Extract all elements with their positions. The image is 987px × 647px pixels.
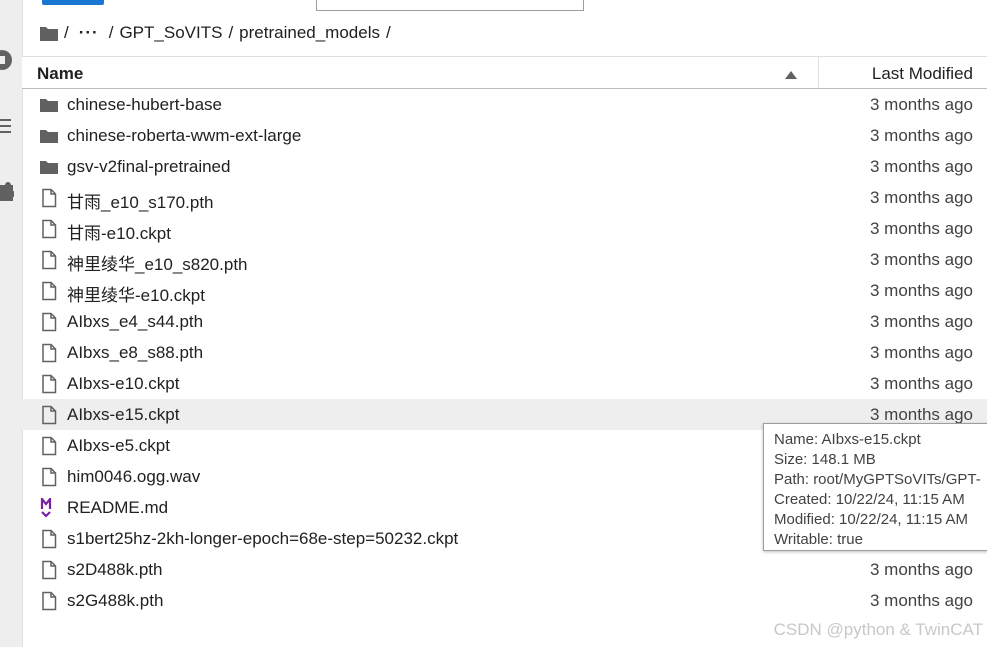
- left-sidebar: [0, 0, 23, 647]
- file-icon: [40, 591, 58, 611]
- file-row[interactable]: AIbxs-e10.ckpt 3 months ago: [22, 368, 987, 399]
- file-icon: [40, 436, 58, 456]
- breadcrumb-separator: /: [108, 23, 114, 42]
- breadcrumb-separator: /: [385, 23, 391, 42]
- file-icon: [40, 312, 58, 332]
- file-icon: [40, 467, 58, 487]
- column-header-name[interactable]: Name: [37, 64, 83, 84]
- item-last-modified: 3 months ago: [869, 281, 973, 300]
- file-row[interactable]: s2G488k.pth 3 months ago: [22, 585, 987, 616]
- breadcrumb-separator: /: [64, 23, 69, 42]
- tooltip-name: Name: AIbxs-e15.ckpt: [774, 431, 921, 448]
- item-name[interactable]: AIbxs-e5.ckpt: [67, 436, 170, 456]
- table-of-contents-icon[interactable]: [0, 114, 14, 138]
- folder-row[interactable]: chinese-roberta-wwm-ext-large 3 months ag…: [22, 120, 987, 151]
- markdown-icon: [40, 498, 58, 518]
- file-icon: [40, 560, 58, 580]
- item-last-modified: 3 months ago: [869, 188, 973, 207]
- folder-row[interactable]: chinese-hubert-base 3 months ago: [22, 89, 987, 120]
- file-row[interactable]: 神里绫华_e10_s820.pth 3 months ago: [22, 244, 987, 275]
- tooltip-size: Size: 148.1 MB: [774, 451, 876, 468]
- breadcrumb-separator: /: [228, 23, 234, 42]
- extensions-icon[interactable]: [0, 180, 14, 204]
- folder-icon: [40, 95, 58, 115]
- item-name[interactable]: gsv-v2final-pretrained: [67, 157, 230, 177]
- column-divider[interactable]: [818, 57, 819, 88]
- file-row[interactable]: 甘雨-e10.ckpt 3 months ago: [22, 213, 987, 244]
- item-name[interactable]: AIbxs_e4_s44.pth: [67, 312, 203, 332]
- folder-icon: [40, 157, 58, 177]
- item-last-modified: 3 months ago: [869, 591, 973, 610]
- filter-input[interactable]: [316, 0, 584, 11]
- item-name[interactable]: s2D488k.pth: [67, 560, 162, 580]
- item-name[interactable]: s1bert25hz-2kh-longer-epoch=68e-step=502…: [67, 529, 458, 549]
- file-icon: [40, 343, 58, 363]
- file-icon: [40, 219, 58, 239]
- item-name[interactable]: AIbxs-e10.ckpt: [67, 374, 179, 394]
- file-icon: [40, 281, 58, 301]
- file-icon: [40, 374, 58, 394]
- tooltip-path: Path: root/MyGPTSoVITs/GPT-: [774, 471, 981, 488]
- item-name[interactable]: 甘雨_e10_s170.pth: [67, 188, 214, 213]
- item-name[interactable]: s2G488k.pth: [67, 591, 163, 611]
- running-sessions-icon[interactable]: [0, 48, 14, 72]
- file-row[interactable]: s2D488k.pth 3 months ago: [22, 554, 987, 585]
- launcher-button[interactable]: [42, 0, 104, 5]
- item-last-modified: 3 months ago: [869, 374, 973, 393]
- column-header-last-modified[interactable]: Last Modified: [872, 64, 973, 84]
- file-icon: [40, 405, 58, 425]
- tooltip-created: Created: 10/22/24, 11:15 AM: [774, 491, 965, 508]
- tooltip-modified: Modified: 10/22/24, 11:15 AM: [774, 511, 969, 528]
- folder-icon: [40, 126, 58, 146]
- item-last-modified: 3 months ago: [869, 95, 973, 114]
- breadcrumb-segment[interactable]: GPT_SoVITS: [119, 23, 222, 43]
- item-name[interactable]: AIbxs-e15.ckpt: [67, 405, 179, 425]
- item-last-modified: 3 months ago: [869, 405, 973, 424]
- item-last-modified: 3 months ago: [869, 157, 973, 176]
- item-name[interactable]: chinese-roberta-wwm-ext-large: [67, 126, 301, 146]
- tooltip-writable: Writable: true: [774, 531, 863, 548]
- breadcrumb: / ··· / GPT_SoVITS / pretrained_models /: [40, 22, 397, 44]
- item-name[interactable]: 神里绫华-e10.ckpt: [67, 281, 205, 306]
- folder-home-icon[interactable]: [40, 25, 58, 41]
- item-last-modified: 3 months ago: [869, 560, 973, 579]
- item-name[interactable]: him0046.ogg.wav: [67, 467, 200, 487]
- item-last-modified: 3 months ago: [869, 126, 973, 145]
- item-name[interactable]: README.md: [67, 498, 168, 518]
- item-last-modified: 3 months ago: [869, 219, 973, 238]
- file-row[interactable]: 神里绫华-e10.ckpt 3 months ago: [22, 275, 987, 306]
- listing-header: Name Last Modified: [22, 56, 987, 89]
- sort-ascending-icon[interactable]: [785, 66, 797, 84]
- file-icon: [40, 529, 58, 549]
- item-last-modified: 3 months ago: [869, 343, 973, 362]
- file-row[interactable]: AIbxs_e4_s44.pth 3 months ago: [22, 306, 987, 337]
- breadcrumb-ellipsis[interactable]: ···: [79, 23, 99, 43]
- file-row[interactable]: 甘雨_e10_s170.pth 3 months ago: [22, 182, 987, 213]
- item-name[interactable]: 甘雨-e10.ckpt: [67, 219, 171, 244]
- item-name[interactable]: 神里绫华_e10_s820.pth: [67, 250, 248, 275]
- file-icon: [40, 188, 58, 208]
- breadcrumb-segment[interactable]: pretrained_models: [239, 23, 380, 43]
- folder-row[interactable]: gsv-v2final-pretrained 3 months ago: [22, 151, 987, 182]
- item-last-modified: 3 months ago: [869, 250, 973, 269]
- item-name[interactable]: AIbxs_e8_s88.pth: [67, 343, 203, 363]
- item-last-modified: 3 months ago: [869, 312, 973, 331]
- watermark: CSDN @python & TwinCAT: [773, 620, 983, 639]
- item-name[interactable]: chinese-hubert-base: [67, 95, 222, 115]
- file-row[interactable]: AIbxs_e8_s88.pth 3 months ago: [22, 337, 987, 368]
- file-info-tooltip: Name: AIbxs-e15.ckpt Size: 148.1 MB Path…: [763, 423, 987, 551]
- file-icon: [40, 250, 58, 270]
